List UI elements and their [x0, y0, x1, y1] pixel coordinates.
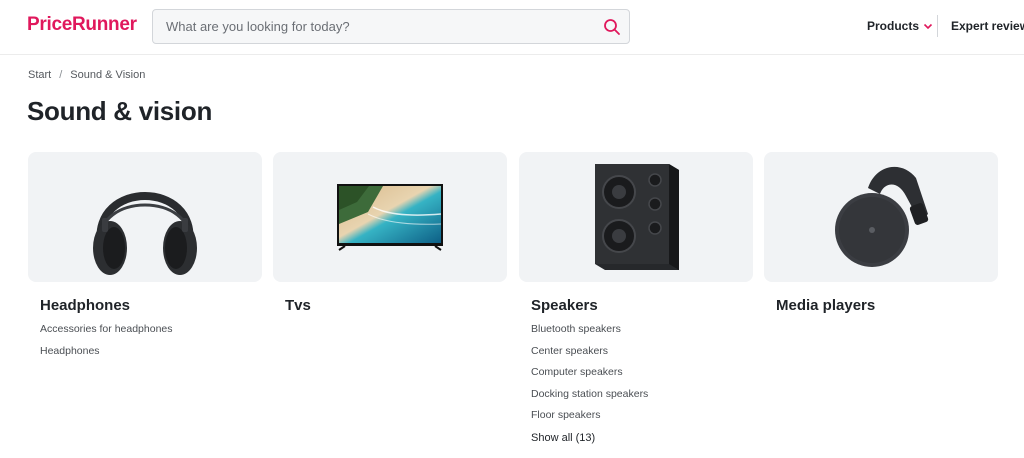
- header: PriceRunner Products Expert reviews: [0, 0, 1024, 55]
- category-title[interactable]: Media players: [776, 297, 875, 314]
- tv-image[interactable]: [273, 152, 507, 282]
- breadcrumb-start-link[interactable]: Start: [28, 69, 51, 81]
- category-title[interactable]: Tvs: [285, 297, 311, 314]
- subcategory-link[interactable]: Center speakers: [531, 345, 608, 357]
- category-card-speakers[interactable]: Speakers Bluetooth speakers Center speak…: [519, 152, 753, 444]
- chevron-down-icon: [923, 23, 933, 30]
- search-input[interactable]: [153, 10, 593, 43]
- subcategory-link[interactable]: Docking station speakers: [531, 388, 648, 400]
- subcategory-link[interactable]: Bluetooth speakers: [531, 323, 621, 335]
- subcategory-link[interactable]: Headphones: [40, 345, 100, 357]
- nav-divider: [937, 15, 938, 37]
- breadcrumb: Start / Sound & Vision: [28, 69, 145, 81]
- subcategory-link[interactable]: Accessories for headphones: [40, 323, 173, 335]
- breadcrumb-current: Sound & Vision: [70, 69, 146, 81]
- search-icon[interactable]: [603, 18, 621, 36]
- show-all-link[interactable]: Show all (13): [531, 432, 595, 444]
- media-player-image[interactable]: [764, 152, 998, 282]
- subcategory-link[interactable]: Floor speakers: [531, 409, 600, 421]
- expert-reviews-link[interactable]: Expert reviews: [951, 19, 1024, 33]
- category-card-tvs[interactable]: Tvs: [273, 152, 507, 314]
- category-card-media-players[interactable]: Media players: [764, 152, 998, 314]
- search-box: [152, 9, 630, 44]
- category-title[interactable]: Speakers: [531, 297, 598, 314]
- breadcrumb-separator: /: [59, 69, 63, 81]
- headphones-image[interactable]: [28, 152, 262, 282]
- speaker-image[interactable]: [519, 152, 753, 282]
- category-title[interactable]: Headphones: [40, 297, 130, 314]
- page-title: Sound & vision: [27, 96, 213, 126]
- pricerunner-logo[interactable]: PriceRunner: [27, 14, 137, 36]
- category-card-headphones[interactable]: Headphones Accessories for headphones He…: [28, 152, 262, 357]
- products-menu-label: Products: [867, 19, 920, 33]
- subcategory-link[interactable]: Computer speakers: [531, 366, 623, 378]
- products-menu[interactable]: Products: [867, 19, 933, 33]
